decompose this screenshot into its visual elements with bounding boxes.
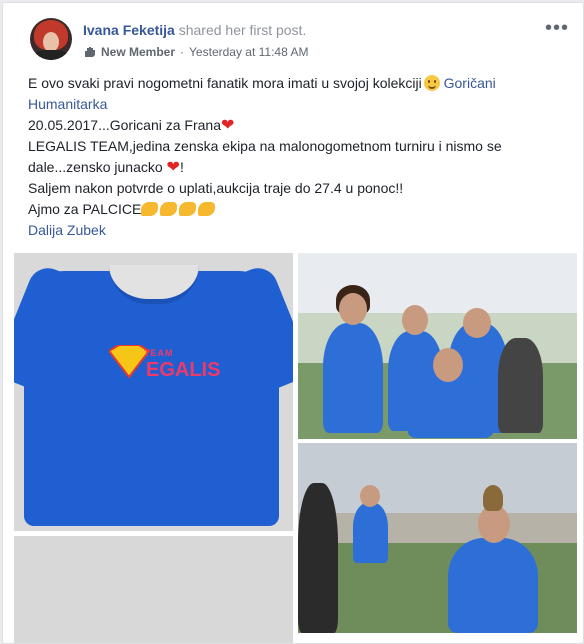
post-action: shared her first post. (178, 22, 307, 38)
person-head (463, 308, 491, 338)
person (448, 538, 538, 633)
wave-hand-icon (85, 47, 95, 57)
avatar-face (43, 32, 59, 52)
smile-emoji-icon (423, 75, 440, 91)
person (298, 483, 338, 633)
person-head (339, 293, 367, 325)
text-line-3-end: ! (179, 159, 184, 175)
person-hair (483, 485, 503, 511)
flexed-biceps-icon (179, 202, 197, 216)
photo-tournament[interactable] (298, 443, 577, 633)
person-head (433, 348, 463, 382)
post-text: E ovo svaki pravi nogometni fanatik mora… (28, 73, 573, 241)
tshirt-body (24, 271, 279, 526)
heart-emoji-icon: ❤ (221, 117, 235, 134)
post-meta: New Member · Yesterday at 11:48 AM (83, 45, 308, 59)
text-line-2-content: 20.05.2017...Goricani za Frana (28, 117, 222, 133)
more-options-button[interactable]: ••• (545, 17, 569, 40)
text-line-4: Saljem nakon potvrde o uplati,aukcija tr… (28, 180, 404, 196)
post-header: Ivana Feketija shared her first post. (83, 22, 306, 38)
photo-sky (14, 536, 293, 643)
person (408, 378, 493, 438)
flexed-biceps-icon (141, 202, 159, 216)
person-head (360, 485, 380, 507)
text-line-1-content: E ovo svaki pravi nogometni fanatik mora… (28, 75, 422, 91)
tshirt-brand-label: EGALIS (146, 359, 221, 381)
person (323, 323, 383, 433)
tshirt-team-label: TEAM (144, 348, 174, 358)
post-card: Ivana Feketija shared her first post. Ne… (2, 2, 584, 644)
photo-tshirt[interactable]: TEAM EGALIS (14, 253, 293, 531)
text-line-1: E ovo svaki pravi nogometni fanatik mora… (28, 73, 573, 115)
person (498, 338, 543, 433)
author-name[interactable]: Ivana Feketija (83, 22, 175, 38)
text-line-3-content: LEGALIS TEAM,jedina zenska ekipa na malo… (28, 138, 502, 175)
meta-separator: · (180, 45, 185, 59)
photo-team-group[interactable] (298, 253, 577, 439)
heart-emoji-icon: ❤ (166, 159, 180, 176)
photo-grid: TEAM EGALIS (3, 253, 583, 643)
text-line-5: Ajmo za PALCICE (28, 199, 573, 220)
person-head (402, 305, 428, 335)
photo-banner[interactable] (14, 536, 293, 643)
flexed-biceps-icon (198, 202, 216, 216)
post-timestamp[interactable]: Yesterday at 11:48 AM (189, 45, 308, 59)
text-line-3: LEGALIS TEAM,jedina zenska ekipa na malo… (28, 136, 573, 178)
avatar[interactable] (30, 18, 72, 60)
text-line-5-content: Ajmo za PALCICE (28, 201, 142, 217)
flexed-biceps-icon (160, 202, 178, 216)
text-line-2: 20.05.2017...Goricani za Frana❤ (28, 115, 573, 136)
photo-sky (298, 443, 577, 513)
person (353, 503, 388, 563)
member-badge: New Member (101, 45, 176, 59)
tagged-user-link[interactable]: Dalija Zubek (28, 220, 573, 241)
avatar-shirt (34, 50, 68, 60)
